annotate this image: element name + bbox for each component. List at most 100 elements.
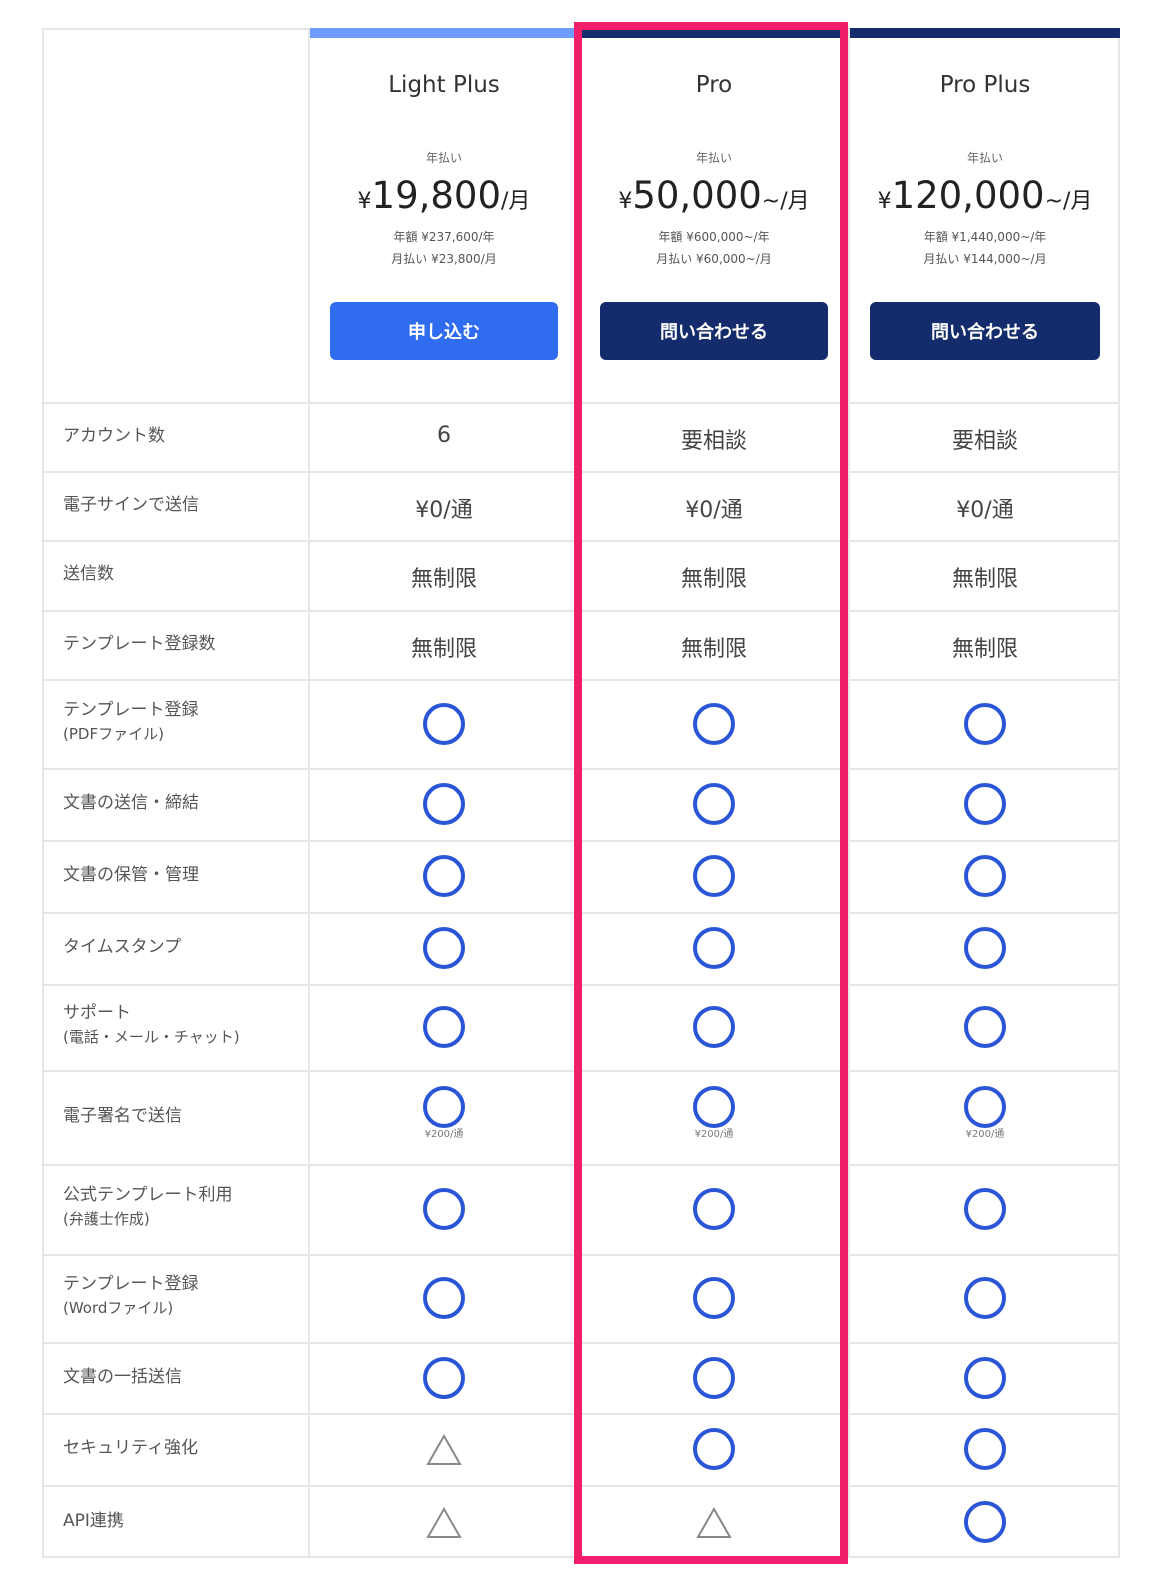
circle-icon — [964, 1006, 1006, 1048]
row-divider — [42, 840, 1120, 842]
feature-value: ¥0/通 — [685, 497, 743, 523]
feature-value: 無制限 — [680, 636, 747, 662]
circle-icon — [693, 783, 735, 825]
plan-price: ¥19,800/月 — [310, 174, 578, 217]
feature-label: 電子署名で送信 — [63, 1106, 182, 1127]
feature-name: 電子サインで送信 — [63, 494, 199, 515]
feature-value: 要相談 — [951, 428, 1018, 454]
feature-label: 文書の送信・締結 — [63, 793, 199, 814]
plan-column: Pro Plus 年払い ¥120,000~/月年額 ¥1,440,000~/年 月払… — [850, 38, 1120, 402]
feature-name: 文書の送信・締結 — [63, 793, 199, 813]
feature-name: API連携 — [63, 1510, 124, 1531]
row-divider — [42, 1413, 1120, 1415]
feature-value: ¥0/通 — [415, 497, 473, 523]
feature-value: 要相談 — [680, 428, 747, 454]
row-divider — [42, 471, 1120, 473]
plan-name: Pro Plus — [939, 72, 1031, 98]
circle-icon — [693, 1188, 735, 1230]
feature-name: タイムスタンプ — [63, 937, 182, 957]
price-currency: ¥ — [618, 189, 633, 214]
apply-button[interactable]: 申し込む — [330, 302, 558, 360]
circle-icon — [964, 855, 1006, 897]
feature-label: 公式テンプレート利用 (弁護士作成) — [63, 1185, 233, 1229]
circle-icon — [423, 1188, 465, 1230]
row-divider — [42, 610, 1120, 612]
price-amount: 120,000 — [891, 174, 1045, 217]
feature-name: サポート — [63, 1003, 131, 1023]
feature-label: サポート (電話・メール・チャット) — [63, 1003, 240, 1047]
feature-name: 電子署名で送信 — [63, 1106, 182, 1126]
feature-label: 文書の保管・管理 — [63, 865, 199, 886]
feature-value: 無制限 — [951, 567, 1018, 592]
circle-icon — [423, 1006, 465, 1048]
monthly-price: 月払い ¥23,800/月 — [391, 252, 497, 266]
billing-label: 年払い — [966, 151, 1003, 165]
circle-icon — [693, 1006, 735, 1048]
contact-button[interactable]: 問い合わせる — [600, 302, 828, 360]
circle-icon — [964, 1188, 1006, 1230]
feature-name: 送信数 — [63, 564, 114, 584]
row-divider — [42, 912, 1120, 914]
triangle-icon — [426, 1434, 462, 1465]
circle-icon — [423, 1277, 465, 1319]
feature-label: タイムスタンプ — [63, 937, 181, 958]
price-unit: /月 — [501, 189, 531, 214]
circle-icon — [423, 702, 465, 745]
price-unit: ~/月 — [761, 189, 810, 214]
circle-icon — [964, 1086, 1006, 1128]
plan-accent-bar — [580, 28, 848, 38]
feature-label: 文書の一括送信 — [63, 1367, 182, 1388]
row-divider — [42, 1342, 1120, 1344]
row-divider — [42, 1070, 1120, 1072]
annual-price: 年額 ¥600,000~/年 — [658, 230, 770, 244]
price-currency: ¥ — [877, 189, 892, 214]
feature-value: 無制限 — [410, 567, 477, 592]
billing-label: 年払い — [425, 151, 462, 165]
circle-icon — [693, 1428, 735, 1470]
plan-price: ¥120,000~/月 — [850, 174, 1120, 217]
plan-name: Light Plus — [388, 72, 500, 98]
plan-price: ¥50,000~/月 — [580, 174, 848, 217]
feature-label: テンプレート登録数 — [63, 634, 216, 655]
price-amount: 19,800 — [371, 174, 502, 217]
circle-icon — [964, 783, 1006, 825]
contact-button[interactable]: 問い合わせる — [870, 302, 1100, 360]
feature-name: テンプレート登録数 — [63, 633, 216, 654]
price-amount: 50,000 — [632, 174, 762, 217]
monthly-price: 月払い ¥60,000~/月 — [656, 252, 772, 266]
billing-label: 年払い — [695, 151, 732, 165]
row-divider — [42, 679, 1120, 681]
circle-icon — [693, 927, 735, 969]
row-divider — [42, 984, 1120, 986]
feature-value: ¥0/通 — [956, 497, 1014, 523]
circle-icon — [964, 702, 1006, 745]
triangle-icon — [426, 1506, 462, 1538]
price-unit: ~/月 — [1044, 189, 1093, 214]
feature-sublabel: (弁護士作成) — [63, 1210, 150, 1229]
feature-name: 公式テンプレート利用 — [63, 1185, 233, 1205]
plan-name: Pro — [695, 72, 733, 98]
annual-price: 年額 ¥237,600/年 — [393, 230, 495, 244]
feature-label: テンプレート登録 (PDFファイル) — [63, 700, 199, 744]
circle-icon — [964, 927, 1006, 969]
feature-label: アカウント数 — [63, 426, 165, 447]
feature-label: 送信数 — [63, 564, 114, 585]
cell-note: ¥200/通 — [965, 1129, 1005, 1140]
circle-icon — [964, 1356, 1006, 1399]
feature-name: 文書の一括送信 — [63, 1366, 182, 1387]
feature-sublabel: (電話・メール・チャット) — [63, 1028, 240, 1047]
annual-price: 年額 ¥1,440,000~/年 — [923, 230, 1047, 244]
feature-label: 電子サインで送信 — [63, 495, 199, 516]
feature-value: 無制限 — [951, 636, 1018, 662]
feature-sublabel: (Wordファイル) — [63, 1299, 174, 1318]
circle-icon — [693, 702, 735, 745]
circle-icon — [964, 1500, 1006, 1543]
circle-icon — [423, 855, 465, 897]
monthly-price: 月払い ¥144,000~/月 — [923, 252, 1047, 266]
cell-note: ¥200/通 — [424, 1129, 464, 1140]
circle-icon — [423, 927, 465, 969]
row-divider — [42, 768, 1120, 770]
feature-name: 文書の保管・管理 — [63, 865, 199, 885]
circle-icon — [423, 1086, 465, 1128]
circle-icon — [964, 1277, 1006, 1319]
